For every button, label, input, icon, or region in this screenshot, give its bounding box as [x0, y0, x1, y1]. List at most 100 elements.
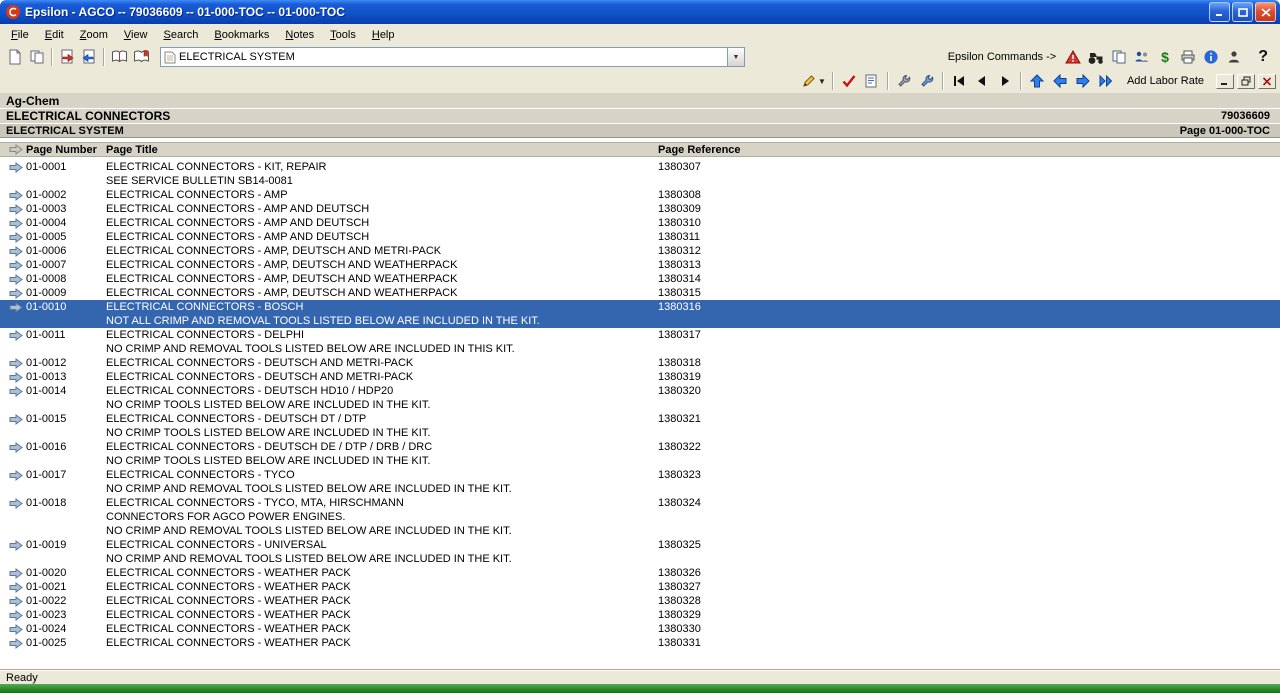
row-page-number: 01-0021	[26, 581, 67, 593]
edit-icon[interactable]	[798, 71, 820, 91]
row-note: CONNECTORS FOR AGCO POWER ENGINES.	[106, 511, 346, 523]
back-icon[interactable]	[1049, 71, 1071, 91]
minimize-button[interactable]	[1209, 2, 1230, 22]
row-page-number: 01-0020	[26, 567, 67, 579]
row-page-number: 01-0003	[26, 203, 67, 215]
printer-icon[interactable]	[1177, 47, 1199, 67]
maximize-button[interactable]	[1232, 2, 1253, 22]
table-row[interactable]: 01-0006 ELECTRICAL CONNECTORS - AMP, DEUT…	[0, 244, 1280, 258]
table-row[interactable]: 01-0002 ELECTRICAL CONNECTORS - AMP 138030…	[0, 188, 1280, 202]
table-row[interactable]: 01-0004 ELECTRICAL CONNECTORS - AMP AND D…	[0, 216, 1280, 230]
help-icon[interactable]: ?	[1258, 48, 1268, 66]
table-row[interactable]: 01-0008 ELECTRICAL CONNECTORS - AMP, DEUT…	[0, 272, 1280, 286]
row-page-title: ELECTRICAL CONNECTORS - KIT, REPAIR	[106, 161, 327, 173]
info-icon[interactable]	[1200, 47, 1222, 67]
table-row[interactable]: 01-0007 ELECTRICAL CONNECTORS - AMP, DEUT…	[0, 258, 1280, 272]
hand-tool-icon[interactable]	[916, 71, 938, 91]
row-arrow-icon	[0, 287, 26, 299]
forward-icon[interactable]	[1072, 71, 1094, 91]
notes-icon[interactable]	[861, 71, 883, 91]
row-note: SEE SERVICE BULLETIN SB14-0081	[106, 175, 293, 187]
warning-icon[interactable]	[1062, 47, 1084, 67]
next-page-icon[interactable]	[994, 71, 1016, 91]
first-page-icon[interactable]	[948, 71, 970, 91]
table-row[interactable]: 01-0005 ELECTRICAL CONNECTORS - AMP AND D…	[0, 230, 1280, 244]
table-row[interactable]: 01-0014 ELECTRICAL CONNECTORS - DEUTSCH H…	[0, 384, 1280, 412]
table-row[interactable]: 01-0010 ELECTRICAL CONNECTORS - BOSCH 1380…	[0, 300, 1280, 328]
row-page-reference: 1380324	[658, 497, 701, 509]
row-page-reference: 1380328	[658, 595, 701, 607]
table-row[interactable]: 01-0013 ELECTRICAL CONNECTORS - DEUTSCH A…	[0, 370, 1280, 384]
add-labor-rate-button[interactable]: Add Labor Rate	[1127, 75, 1204, 87]
find-page-icon[interactable]	[78, 47, 100, 67]
table-row[interactable]: 01-0019 ELECTRICAL CONNECTORS - UNIVERSAL…	[0, 538, 1280, 566]
child-close-button[interactable]	[1258, 73, 1276, 89]
page-reference: Page 01-000-TOC	[1179, 124, 1270, 137]
table-row[interactable]: 01-0001 ELECTRICAL CONNECTORS - KIT, REPA…	[0, 160, 1280, 188]
table-row[interactable]: 01-0024 ELECTRICAL CONNECTORS - WEATHER P…	[0, 622, 1280, 636]
new-document-icon[interactable]	[4, 47, 26, 67]
tractor-icon[interactable]	[1085, 47, 1107, 67]
row-page-number: 01-0013	[26, 371, 67, 383]
table-row[interactable]: 01-0020 ELECTRICAL CONNECTORS - WEATHER P…	[0, 566, 1280, 580]
menu-item-search[interactable]: Search	[156, 26, 207, 44]
row-note: NO CRIMP TOOLS LISTED BELOW ARE INCLUDED…	[106, 427, 431, 439]
table-row[interactable]: 01-0025 ELECTRICAL CONNECTORS - WEATHER P…	[0, 636, 1280, 650]
table-row[interactable]: 01-0011 ELECTRICAL CONNECTORS - DELPHI 138…	[0, 328, 1280, 356]
user-icon[interactable]	[1223, 47, 1245, 67]
row-page-title: ELECTRICAL CONNECTORS - TYCO, MTA, HIRSC…	[106, 497, 404, 509]
tool-icon[interactable]	[893, 71, 915, 91]
table-row[interactable]: 01-0021 ELECTRICAL CONNECTORS - WEATHER P…	[0, 580, 1280, 594]
table-row[interactable]: 01-0012 ELECTRICAL CONNECTORS - DEUTSCH A…	[0, 356, 1280, 370]
menu-item-view[interactable]: View	[116, 26, 156, 44]
chevron-down-icon[interactable]: ▼	[818, 77, 826, 86]
row-page-reference: 1380320	[658, 385, 701, 397]
row-page-title: ELECTRICAL CONNECTORS - DEUTSCH AND METR…	[106, 371, 414, 383]
child-minimize-button[interactable]	[1216, 73, 1234, 89]
dollar-icon[interactable]: $	[1154, 47, 1176, 67]
documents-icon[interactable]	[26, 47, 48, 67]
skip-forward-icon[interactable]	[1095, 71, 1117, 91]
menu-item-help[interactable]: Help	[364, 26, 403, 44]
table-row[interactable]: 01-0022 ELECTRICAL CONNECTORS - WEATHER P…	[0, 594, 1280, 608]
table-row[interactable]: 01-0015 ELECTRICAL CONNECTORS - DEUTSCH D…	[0, 412, 1280, 440]
row-page-number: 01-0008	[26, 273, 67, 285]
goto-page-icon[interactable]	[56, 47, 78, 67]
menu-item-notes[interactable]: Notes	[277, 26, 322, 44]
taskbar-strip[interactable]	[0, 684, 1280, 693]
table-row[interactable]: 01-0009 ELECTRICAL CONNECTORS - AMP, DEUT…	[0, 286, 1280, 300]
epsilon-commands-label: Epsilon Commands ->	[947, 51, 1057, 63]
book-selector[interactable]: ELECTRICAL SYSTEM ▼	[160, 47, 745, 67]
row-page-reference: 1380323	[658, 469, 701, 481]
book-selector-value: ELECTRICAL SYSTEM	[179, 51, 295, 63]
row-page-number: 01-0001	[26, 161, 67, 173]
menu-item-file[interactable]: File	[3, 26, 37, 44]
row-arrow-icon	[0, 581, 26, 593]
row-page-reference: 1380322	[658, 441, 701, 453]
row-arrow-icon	[0, 385, 26, 397]
row-arrow-icon	[0, 259, 26, 271]
column-header-page-number: Page Number	[26, 143, 97, 156]
row-page-reference: 1380326	[658, 567, 701, 579]
table-row[interactable]: 01-0023 ELECTRICAL CONNECTORS - WEATHER P…	[0, 608, 1280, 622]
close-button[interactable]	[1255, 2, 1276, 22]
menu-item-zoom[interactable]: Zoom	[72, 26, 116, 44]
prev-page-icon[interactable]	[971, 71, 993, 91]
copy-icon[interactable]	[1108, 47, 1130, 67]
checkmark-icon[interactable]	[838, 71, 860, 91]
open-book-icon[interactable]	[108, 47, 130, 67]
menu-item-bookmarks[interactable]: Bookmarks	[206, 26, 277, 44]
child-restore-button[interactable]	[1237, 73, 1255, 89]
row-page-title: ELECTRICAL CONNECTORS - AMP AND DEUTSCH	[106, 217, 370, 229]
chevron-down-icon[interactable]: ▼	[727, 48, 744, 66]
menu-item-tools[interactable]: Tools	[322, 26, 364, 44]
table-row[interactable]: 01-0016 ELECTRICAL CONNECTORS - DEUTSCH D…	[0, 440, 1280, 468]
up-icon[interactable]	[1026, 71, 1048, 91]
table-row[interactable]: 01-0017 ELECTRICAL CONNECTORS - TYCO 13803…	[0, 468, 1280, 496]
menu-bar: File Edit Zoom View Search Bookmarks Notes Tool…	[0, 24, 1280, 45]
table-row[interactable]: 01-0003 ELECTRICAL CONNECTORS - AMP AND D…	[0, 202, 1280, 216]
group-icon[interactable]	[1131, 47, 1153, 67]
menu-item-edit[interactable]: Edit	[37, 26, 72, 44]
table-row[interactable]: 01-0018 ELECTRICAL CONNECTORS - TYCO, MTA…	[0, 496, 1280, 538]
bookmarks-icon[interactable]	[130, 47, 152, 67]
